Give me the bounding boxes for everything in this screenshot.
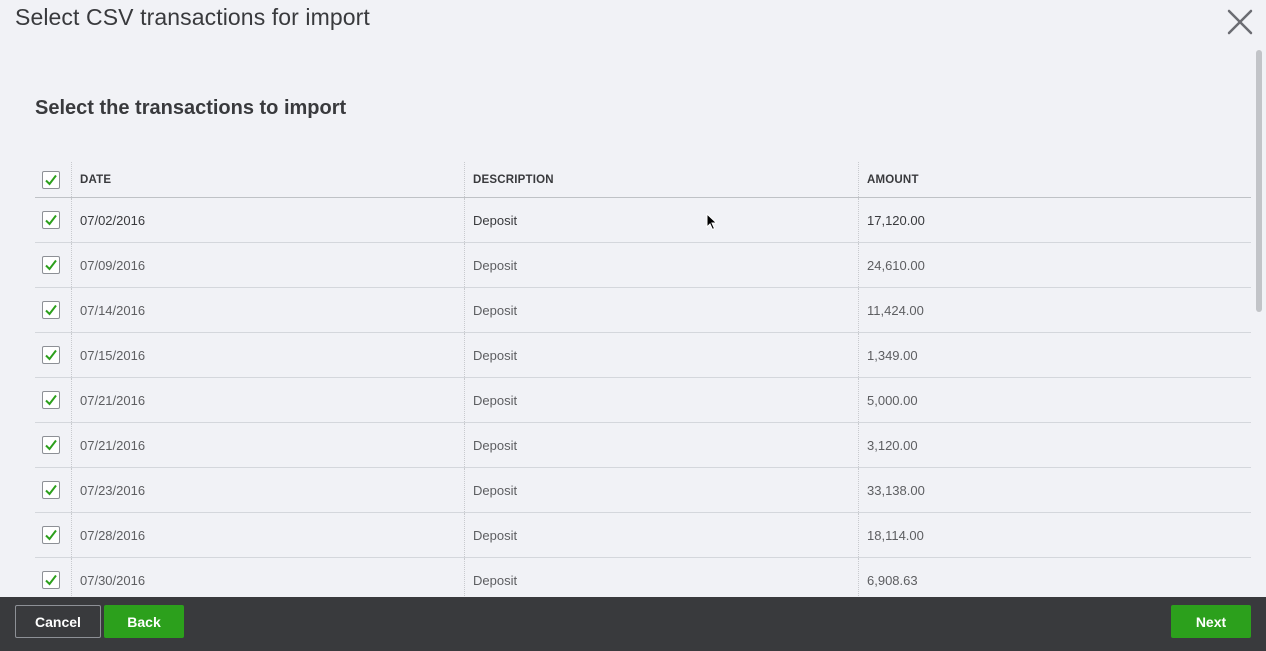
back-button[interactable]: Back [104, 605, 184, 638]
cell-date: 07/21/2016 [72, 423, 465, 467]
row-checkbox[interactable] [42, 526, 60, 544]
checkmark-icon [45, 259, 57, 271]
row-checkbox-cell [35, 558, 72, 602]
row-checkbox[interactable] [42, 571, 60, 589]
row-checkbox-cell [35, 198, 72, 242]
table-row[interactable]: 07/21/2016 Deposit 3,120.00 [35, 423, 1251, 468]
table-row[interactable]: 07/02/2016 Deposit 17,120.00 [35, 198, 1251, 243]
cell-amount: 1,349.00 [867, 347, 918, 363]
mouse-cursor-icon [706, 212, 718, 236]
column-header-date[interactable]: DATE [72, 162, 465, 197]
row-checkbox[interactable] [42, 346, 60, 364]
cell-amount: 11,424.00 [867, 302, 924, 318]
table-row[interactable]: 07/28/2016 Deposit 18,114.00 [35, 513, 1251, 558]
cell-description: Deposit [465, 198, 859, 242]
cell-description: Deposit [465, 288, 859, 332]
cell-amount: 5,000.00 [867, 392, 918, 408]
checkmark-icon [45, 574, 57, 586]
checkmark-icon [45, 394, 57, 406]
row-checkbox[interactable] [42, 301, 60, 319]
cell-date: 07/02/2016 [72, 198, 465, 242]
scrollbar-thumb[interactable] [1256, 50, 1262, 312]
checkmark-icon [45, 439, 57, 451]
import-dialog: Select CSV transactions for import Selec… [0, 0, 1266, 651]
row-checkbox[interactable] [42, 211, 60, 229]
cell-amount: 3,120.00 [867, 437, 918, 453]
checkmark-icon [45, 349, 57, 361]
cancel-button[interactable]: Cancel [15, 605, 101, 638]
row-checkbox-cell [35, 288, 72, 332]
checkmark-icon [45, 484, 57, 496]
table-row[interactable]: 07/23/2016 Deposit 33,138.00 [35, 468, 1251, 513]
cell-description: Deposit [465, 468, 859, 512]
row-checkbox-cell [35, 243, 72, 287]
row-checkbox-cell [35, 378, 72, 422]
checkmark-icon [45, 214, 57, 226]
cell-amount: 6,908.63 [867, 572, 918, 588]
row-checkbox-cell [35, 333, 72, 377]
table-row[interactable]: 07/15/2016 Deposit 1,349.00 [35, 333, 1251, 378]
cell-description: Deposit [465, 423, 859, 467]
section-title: Select the transactions to import [35, 97, 347, 119]
row-checkbox[interactable] [42, 436, 60, 454]
checkmark-icon [45, 304, 57, 316]
cell-date: 07/28/2016 [72, 513, 465, 557]
column-header-description[interactable]: DESCRIPTION [465, 162, 859, 197]
transactions-table: DATE DESCRIPTION AMOUNT 07/02/2016 Deposi… [35, 162, 1251, 603]
table-row[interactable]: 07/14/2016 Deposit 11,424.00 [35, 288, 1251, 333]
cell-date: 07/23/2016 [72, 468, 465, 512]
row-checkbox[interactable] [42, 391, 60, 409]
table-header: DATE DESCRIPTION AMOUNT [35, 162, 1251, 198]
cell-amount: 24,610.00 [867, 257, 925, 273]
row-checkbox-cell [35, 513, 72, 557]
row-checkbox-cell [35, 468, 72, 512]
cell-description: Deposit [465, 378, 859, 422]
select-all-checkbox[interactable] [42, 170, 60, 189]
table-row[interactable]: 07/21/2016 Deposit 5,000.00 [35, 378, 1251, 423]
row-checkbox-cell [35, 423, 72, 467]
select-all-cell [35, 162, 72, 197]
table-row[interactable]: 07/09/2016 Deposit 24,610.00 [35, 243, 1251, 288]
cell-description: Deposit [465, 333, 859, 377]
cell-description: Deposit [465, 513, 859, 557]
cell-amount: 17,120.00 [867, 212, 925, 228]
row-checkbox[interactable] [42, 481, 60, 499]
checkmark-icon [45, 174, 57, 186]
dialog-footer: Cancel Back Next [0, 597, 1266, 651]
next-button[interactable]: Next [1171, 605, 1251, 638]
cell-date: 07/30/2016 [72, 558, 465, 602]
row-checkbox[interactable] [42, 256, 60, 274]
cell-date: 07/09/2016 [72, 243, 465, 287]
cell-description: Deposit [465, 558, 859, 602]
cell-date: 07/15/2016 [72, 333, 465, 377]
cell-amount: 18,114.00 [867, 527, 924, 543]
cell-amount: 33,138.00 [867, 482, 925, 498]
cell-date: 07/14/2016 [72, 288, 465, 332]
dialog-title: Select CSV transactions for import [15, 4, 370, 30]
checkmark-icon [45, 529, 57, 541]
column-header-amount[interactable]: AMOUNT [859, 162, 1251, 197]
cell-description: Deposit [465, 243, 859, 287]
cell-date: 07/21/2016 [72, 378, 465, 422]
close-icon[interactable] [1226, 8, 1254, 36]
